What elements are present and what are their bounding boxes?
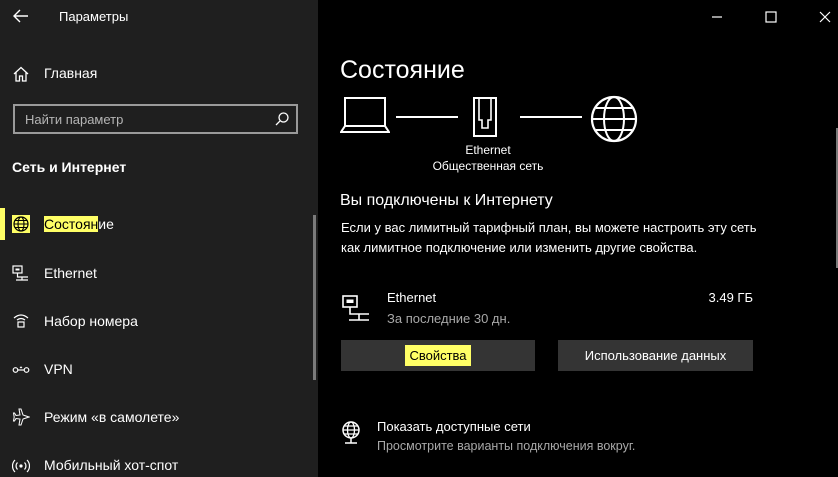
sidebar: Параметры Главная Сеть и Интернет Состоя… [0, 0, 318, 477]
data-usage-button-label: Использование данных [584, 348, 727, 363]
sidebar-item-ethernet[interactable]: Ethernet [0, 257, 310, 289]
globe-network-icon [342, 421, 360, 444]
ethernet-port-icon [473, 97, 497, 137]
minimize-icon[interactable] [706, 6, 728, 28]
connection-data-usage: 3.49 ГБ [708, 290, 753, 305]
search-box [13, 104, 298, 134]
label-highlight: Состоян [44, 216, 99, 232]
diagram-adapter-name: Ethernet [465, 143, 511, 157]
back-arrow-icon[interactable] [10, 5, 32, 27]
connection-name: Ethernet [387, 290, 437, 305]
sidebar-item-home[interactable]: Главная [0, 58, 318, 90]
connection-line [396, 116, 458, 118]
section-title: Сеть и Интернет [12, 159, 127, 175]
sidebar-item-label: VPN [44, 361, 73, 377]
show-networks-title: Показать доступные сети [377, 419, 531, 434]
search-input[interactable] [15, 106, 275, 132]
sidebar-item-label: Мобильный хот-спот [44, 457, 179, 473]
sidebar-item-label: Режим «в самолете» [44, 409, 180, 425]
hotspot-icon [12, 459, 30, 473]
label-rest: ие [98, 216, 114, 232]
sidebar-scrollbar[interactable] [313, 215, 316, 380]
sidebar-item-vpn[interactable]: VPN [0, 353, 310, 385]
dialup-icon [13, 314, 29, 328]
ethernet-icon [342, 295, 369, 321]
home-icon [13, 66, 29, 82]
show-networks-subtitle: Просмотрите варианты подключения вокруг. [377, 439, 636, 453]
sidebar-item-dialup[interactable]: Набор номера [0, 305, 310, 337]
laptop-icon [340, 97, 390, 133]
connected-status-title: Вы подключены к Интернету [340, 192, 553, 209]
main-content: Состояние Ethernet Общественная сеть Вы … [318, 0, 838, 477]
diagram-network-type: Общественная сеть [432, 159, 544, 173]
sidebar-item-label: Главная [44, 65, 98, 81]
page-title: Состояние [340, 56, 465, 84]
sidebar-item-label: Набор номера [44, 313, 138, 329]
properties-button[interactable]: Свойства [341, 340, 535, 371]
metered-description: Если у вас лимитный тарифный план, вы мо… [341, 220, 757, 255]
search-icon[interactable] [274, 111, 290, 127]
properties-button-label: Свойства [405, 345, 471, 366]
sidebar-item-airplane-mode[interactable]: Режим «в самолете» [0, 401, 310, 433]
globe-network-icon [12, 215, 30, 233]
sidebar-item-label: Ethernet [44, 265, 97, 281]
sidebar-item-mobile-hotspot[interactable]: Мобильный хот-спот [0, 449, 310, 477]
globe-icon [590, 95, 638, 143]
airplane-icon [12, 408, 30, 426]
sidebar-item-label: Состояние [44, 216, 114, 232]
window-title: Параметры [59, 9, 129, 24]
close-icon[interactable] [814, 6, 836, 28]
data-usage-button[interactable]: Использование данных [558, 340, 753, 371]
vpn-icon [12, 366, 30, 373]
connection-line [520, 116, 582, 118]
maximize-icon[interactable] [760, 6, 782, 28]
ethernet-icon [12, 265, 28, 281]
sidebar-item-status[interactable]: Состояние [0, 208, 310, 240]
connection-period: За последние 30 дн. [387, 311, 511, 326]
